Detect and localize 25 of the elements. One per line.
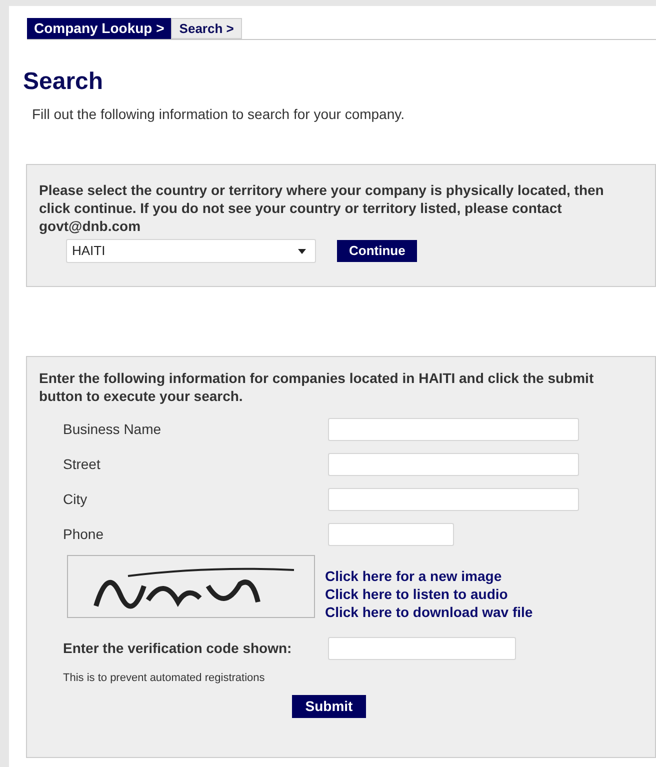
input-field[interactable] [328,418,579,441]
input-field[interactable] [328,523,454,546]
input-field[interactable] [328,488,579,511]
field-label: Phone [63,525,104,544]
field-label: Business Name [63,420,162,439]
submit-button[interactable]: Submit [292,694,366,718]
breadcrumb-tab[interactable]: Company Lookup > [27,18,172,39]
captcha-link[interactable]: Click here to download wav file [325,603,533,621]
input-field[interactable] [328,453,579,476]
instructions-text: Enter the following information for companies located in HAITI and click the submit button to execute your search. [39,369,595,405]
page-title: Search [23,68,104,96]
verification-code-field[interactable] [328,637,516,660]
selected-value: HAITI [72,242,106,260]
intro-text: Fill out the following information to search for your company. [32,105,404,124]
field-label: Enter the verification code shown: [63,639,293,658]
caret-icon [298,248,306,254]
breadcrumb-tab[interactable]: Search > [171,18,242,39]
instructions-text: Please select the country or territory where your company is physically located, then click continue. If you do not see your country or territory listed, please contact govt@dnb.com [39,181,605,235]
captcha-link[interactable]: Click here to listen to audio [325,585,508,603]
field-label: City [63,490,88,509]
country-dropdown[interactable]: HAITI [66,239,316,263]
field-label: Street [63,455,102,474]
note-text: This is to prevent automated registrations [63,671,265,686]
captcha-link[interactable]: Click here for a new image [325,567,502,585]
continue-button[interactable]: Continue [337,240,418,262]
